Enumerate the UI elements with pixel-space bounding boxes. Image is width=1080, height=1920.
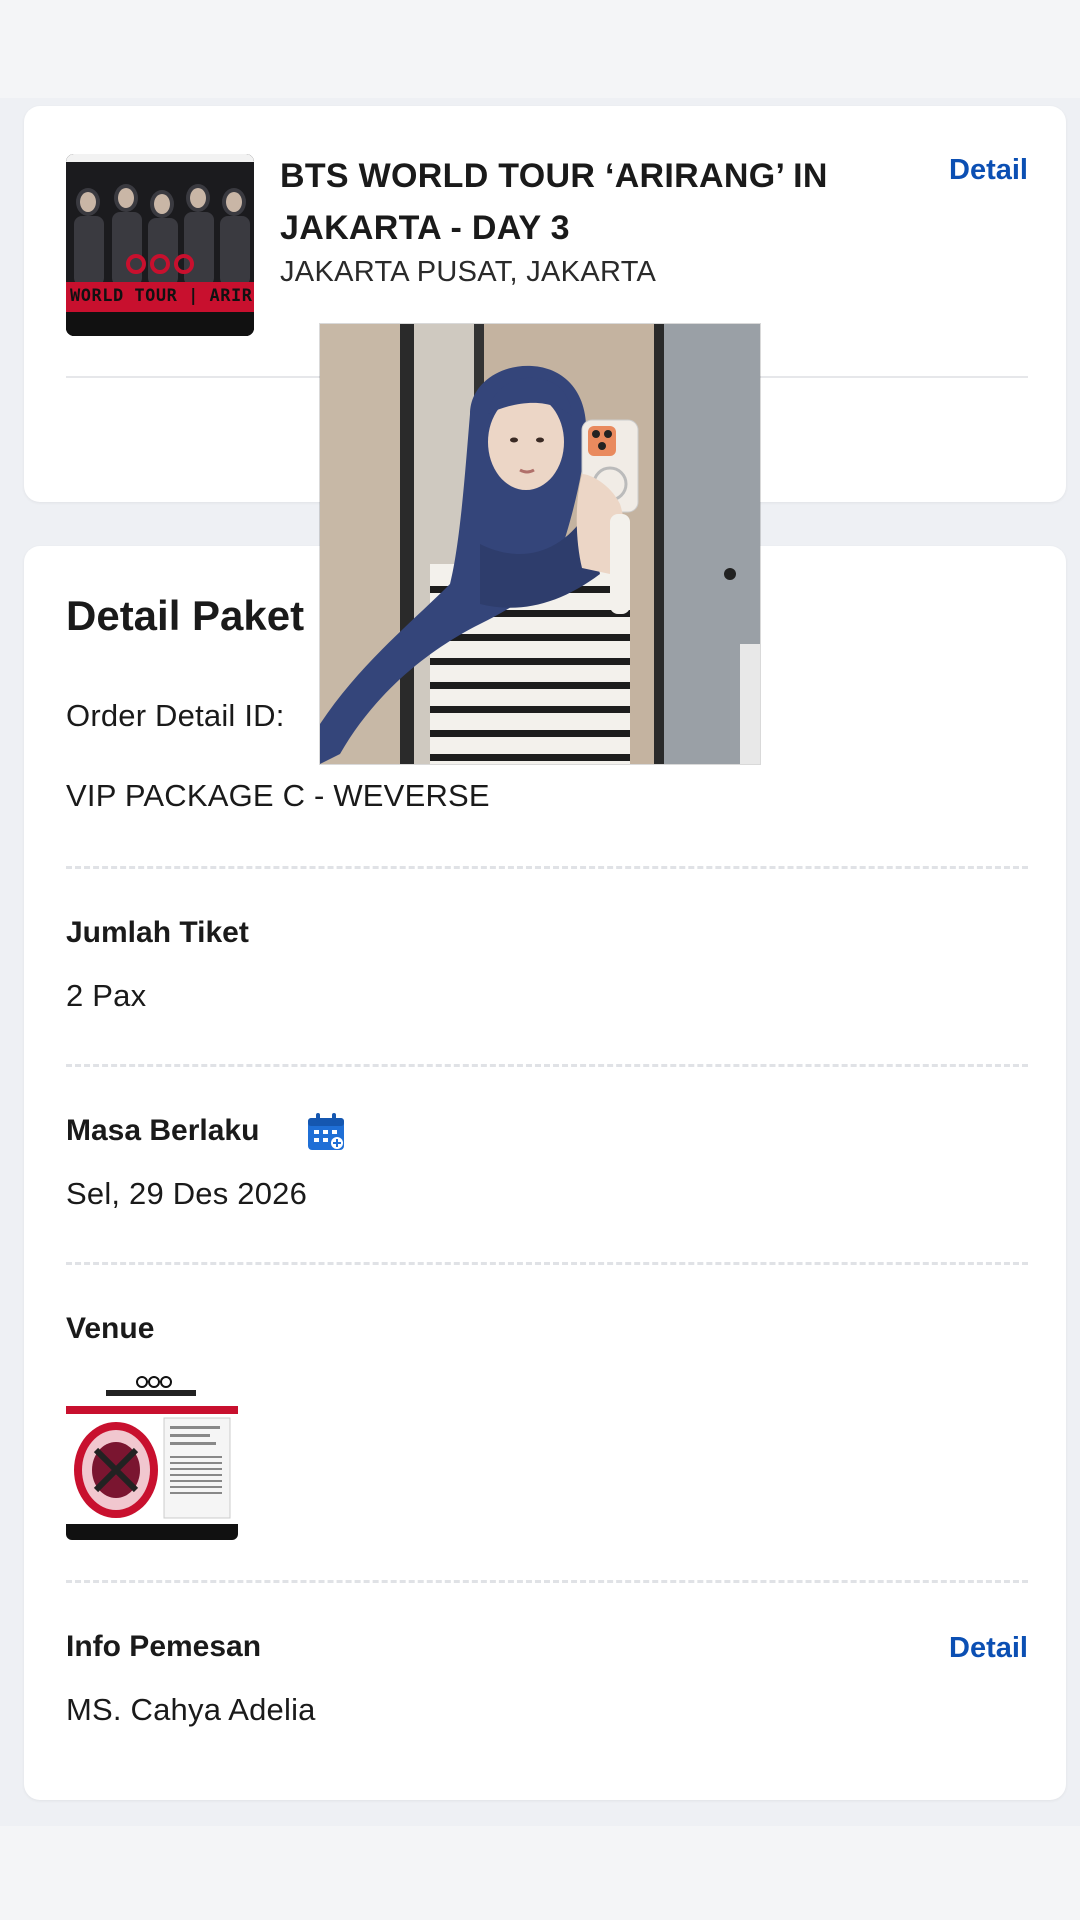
tickets-value: 2 Pax — [66, 978, 147, 1013]
orderer-info-label: Info Pemesan — [66, 1630, 262, 1663]
package-name: VIP PACKAGE C - WEVERSE — [66, 778, 490, 813]
calendar-icon[interactable] — [306, 1112, 346, 1152]
bottom-area — [0, 1826, 1080, 1920]
divider — [66, 1064, 1028, 1067]
order-detail-id-label: Order Detail ID: — [66, 698, 285, 733]
validity-value: Sel, 29 Des 2026 — [66, 1176, 308, 1211]
section-title: Detail Paket — [66, 592, 305, 639]
tickets-label: Jumlah Tiket — [66, 916, 249, 949]
event-poster-image: WORLD TOUR | ARIR — [66, 154, 254, 336]
orderer-detail-link[interactable]: Detail — [949, 1632, 1028, 1665]
venue-map-image[interactable] — [66, 1372, 238, 1540]
event-location: JAKARTA PUSAT, JAKARTA — [280, 256, 657, 288]
divider — [66, 1580, 1028, 1583]
divider — [66, 866, 1028, 869]
orderer-name: MS. Cahya Adelia — [66, 1692, 316, 1727]
poster-caption: WORLD TOUR | ARIR — [70, 286, 253, 306]
venue-label: Venue — [66, 1312, 155, 1345]
validity-label: Masa Berlaku — [66, 1114, 260, 1147]
status-bar-area — [0, 0, 1080, 98]
divider — [66, 1262, 1028, 1265]
overlay-selfie-photo — [320, 324, 760, 764]
event-title: BTS WORLD TOUR ‘ARIRANG’ IN JAKARTA - DA… — [280, 157, 828, 247]
event-detail-link[interactable]: Detail — [949, 154, 1028, 187]
poster-graphic — [66, 154, 254, 336]
